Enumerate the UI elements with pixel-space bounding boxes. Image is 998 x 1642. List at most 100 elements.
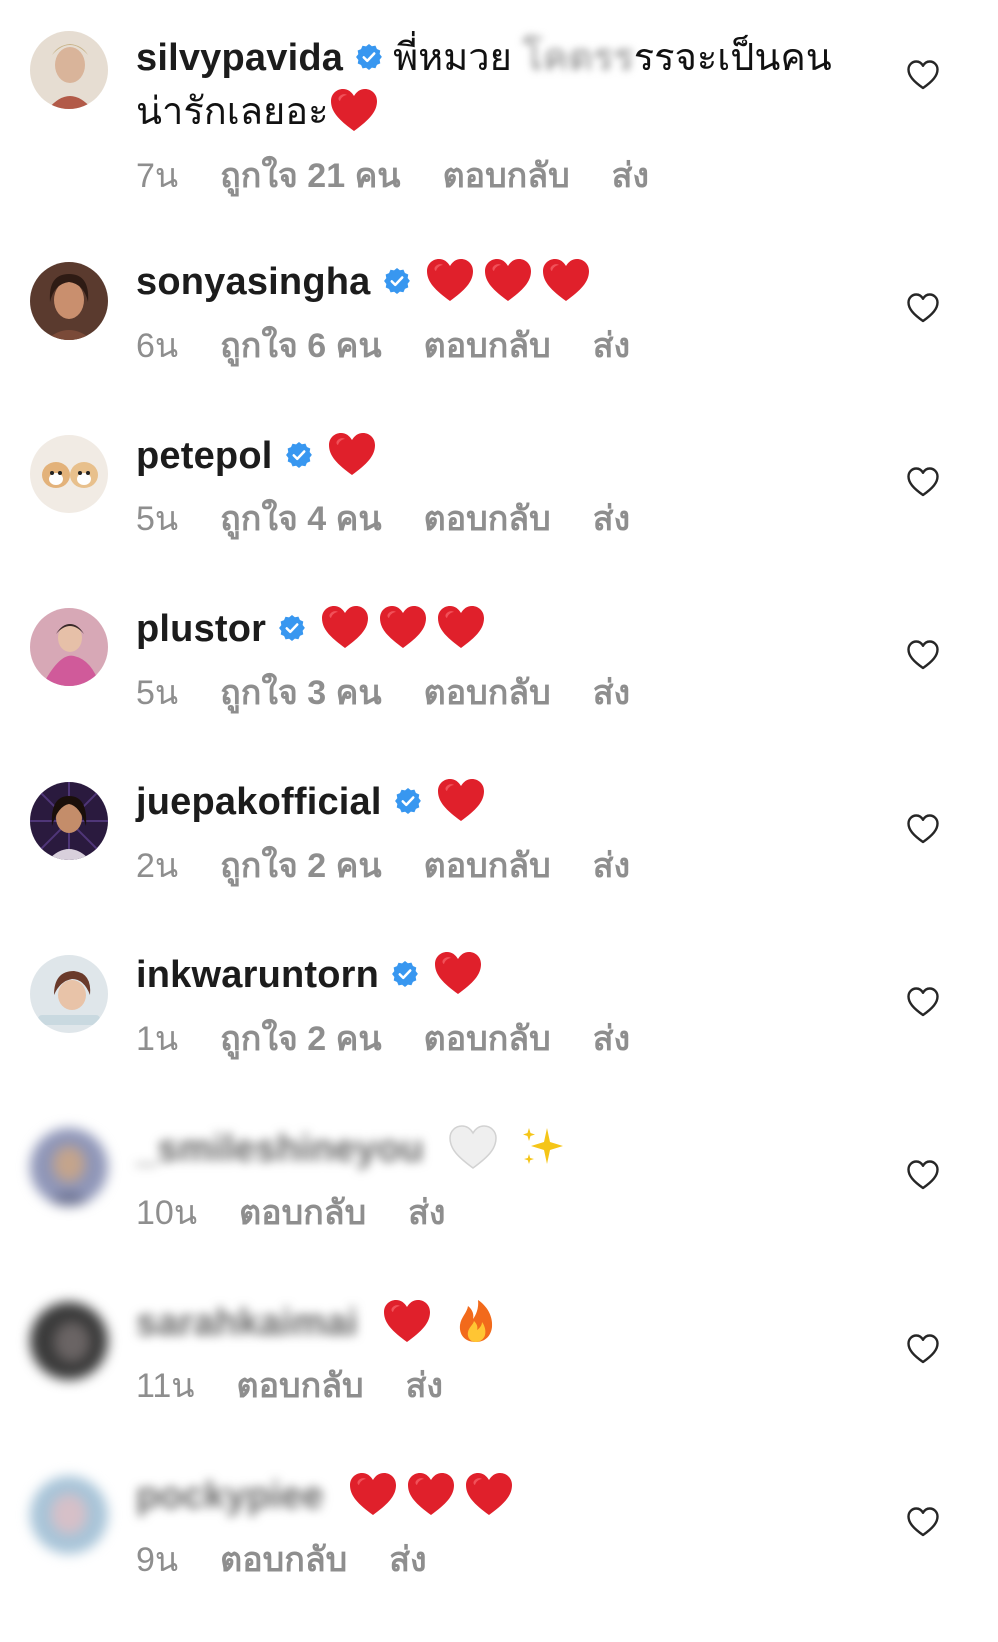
likes-count[interactable]: ถูกใจ 2 คน [220, 847, 381, 885]
send-button[interactable]: ส่ง [389, 1541, 426, 1579]
like-heart-icon[interactable] [905, 57, 941, 93]
red-heart-icon [436, 777, 486, 823]
send-button[interactable]: ส่ง [406, 1367, 443, 1405]
comment-text-line: sonyasingha [136, 255, 595, 311]
red-heart-icon [382, 1298, 432, 1344]
comment-meta: 9น ตอบกลับ ส่ง [136, 1536, 469, 1584]
red-heart-icon [433, 950, 483, 996]
red-heart-icon [541, 257, 591, 303]
avatar[interactable] [30, 1476, 108, 1554]
comment-text-line: _smileshineyou [136, 1122, 571, 1178]
comment-time: 1น [136, 1020, 179, 1058]
like-heart-icon[interactable] [905, 637, 941, 673]
like-heart-icon[interactable] [905, 1157, 941, 1193]
red-heart-icon [348, 1471, 398, 1517]
comment-text-line: pockypiee [136, 1469, 518, 1525]
username[interactable]: inkwaruntorn [136, 954, 379, 996]
comment-time: 11น [136, 1367, 195, 1405]
fire-icon [459, 1299, 493, 1342]
verified-badge-icon [394, 787, 422, 815]
send-button[interactable]: ส่ง [593, 1020, 630, 1058]
reply-button[interactable]: ตอบกลับ [239, 1194, 366, 1232]
verified-badge-icon [355, 43, 383, 71]
avatar[interactable] [30, 608, 108, 686]
comment-text-line: plustor [136, 602, 490, 658]
like-heart-icon[interactable] [905, 464, 941, 500]
reply-button[interactable]: ตอบกลับ [424, 327, 551, 365]
avatar[interactable] [30, 31, 108, 109]
send-button[interactable]: ส่ง [593, 327, 630, 365]
avatar[interactable] [30, 1302, 108, 1380]
verified-badge-icon [391, 960, 419, 988]
white-heart-icon [449, 1125, 498, 1169]
masked-text: โคตรร [522, 37, 634, 79]
username[interactable]: petepol [136, 435, 273, 477]
comment-text: น่ารักเลยอะ [136, 91, 329, 133]
send-button[interactable]: ส่ง [408, 1194, 445, 1232]
red-heart-icon [483, 257, 533, 303]
send-button[interactable]: ส่ง [593, 500, 630, 538]
avatar[interactable] [30, 782, 108, 860]
red-heart-icon [406, 1471, 456, 1517]
red-heart-icon [329, 87, 379, 133]
reply-button[interactable]: ตอบกลับ [443, 157, 570, 195]
reply-button[interactable]: ตอบกลับ [424, 1020, 551, 1058]
username[interactable]: _smileshineyou [136, 1128, 424, 1170]
username[interactable]: sarahkaimai [136, 1302, 358, 1344]
comment-meta: 5น ถูกใจ 4 คน ตอบกลับ ส่ง [136, 495, 672, 543]
verified-badge-icon [383, 267, 411, 295]
comment-text: รรจะเป็นคน [633, 37, 832, 79]
like-heart-icon[interactable] [905, 811, 941, 847]
comment-text-line: sarahkaimai [136, 1296, 505, 1352]
comment-time: 2น [136, 847, 179, 885]
comment-meta: 6น ถูกใจ 6 คน ตอบกลับ ส่ง [136, 322, 672, 370]
red-heart-icon [378, 604, 428, 650]
likes-count[interactable]: ถูกใจ 6 คน [220, 327, 381, 365]
send-button[interactable]: ส่ง [593, 674, 630, 712]
comment-meta: 10น ตอบกลับ ส่ง [136, 1189, 488, 1237]
verified-badge-icon [278, 614, 306, 642]
likes-count[interactable]: ถูกใจ 3 คน [220, 674, 381, 712]
likes-count[interactable]: ถูกใจ 2 คน [220, 1020, 381, 1058]
reply-button[interactable]: ตอบกลับ [424, 847, 551, 885]
comment-text: พี่หมวย [393, 37, 512, 79]
reply-button[interactable]: ตอบกลับ [220, 1541, 347, 1579]
avatar[interactable] [30, 262, 108, 340]
red-heart-icon [327, 431, 377, 477]
comment-time: 10น [136, 1194, 198, 1232]
comment-time: 7น [136, 157, 179, 195]
comment-time: 5น [136, 674, 179, 712]
comment-text-line: น่ารักเลยอะ [136, 85, 383, 141]
comment-meta: 5น ถูกใจ 3 คน ตอบกลับ ส่ง [136, 669, 672, 717]
comment-meta: 2น ถูกใจ 2 คน ตอบกลับ ส่ง [136, 842, 672, 890]
sparkles-icon [523, 1127, 564, 1164]
comment-text-line: silvypavida พี่หมวย โคตรรรรจะเป็นคน [136, 31, 832, 85]
avatar[interactable] [30, 1128, 108, 1206]
red-heart-icon [464, 1471, 514, 1517]
like-heart-icon[interactable] [905, 290, 941, 326]
avatar[interactable] [30, 435, 108, 513]
like-heart-icon[interactable] [905, 1504, 941, 1540]
username[interactable]: pockypiee [136, 1475, 324, 1517]
comment-meta: 7น ถูกใจ 21 คน ตอบกลับ ส่ง [136, 152, 691, 200]
send-button[interactable]: ส่ง [593, 847, 630, 885]
reply-button[interactable]: ตอบกลับ [237, 1367, 364, 1405]
red-heart-icon [425, 257, 475, 303]
comment-text-line: petepol [136, 429, 381, 485]
comment-meta: 1น ถูกใจ 2 คน ตอบกลับ ส่ง [136, 1015, 672, 1063]
comment-time: 6น [136, 327, 179, 365]
username[interactable]: silvypavida [136, 37, 343, 79]
username[interactable]: juepakofficial [136, 781, 382, 823]
reply-button[interactable]: ตอบกลับ [424, 500, 551, 538]
avatar[interactable] [30, 955, 108, 1033]
username[interactable]: sonyasingha [136, 261, 371, 303]
reply-button[interactable]: ตอบกลับ [424, 674, 551, 712]
send-button[interactable]: ส่ง [612, 157, 649, 195]
username[interactable]: plustor [136, 608, 266, 650]
like-heart-icon[interactable] [905, 1331, 941, 1367]
comment-meta: 11น ตอบกลับ ส่ง [136, 1362, 485, 1410]
red-heart-icon [436, 604, 486, 650]
like-heart-icon[interactable] [905, 984, 941, 1020]
likes-count[interactable]: ถูกใจ 21 คน [220, 157, 400, 195]
likes-count[interactable]: ถูกใจ 4 คน [220, 500, 381, 538]
